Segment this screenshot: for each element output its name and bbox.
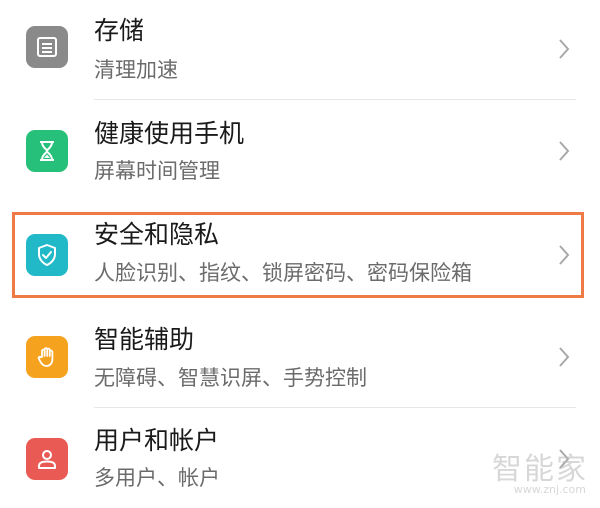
- settings-item-title: 安全和隐私: [94, 220, 220, 249]
- chevron-right-icon: [559, 39, 570, 59]
- chevron-right-icon: [559, 141, 570, 161]
- chevron-right-icon: [559, 347, 570, 367]
- settings-item-title: 存储: [94, 16, 145, 45]
- settings-item-title: 智能辅助: [94, 325, 195, 354]
- settings-item-smart-assistance[interactable]: 智能辅助 无障碍、智慧识屏、手势控制: [0, 310, 600, 410]
- settings-item-storage[interactable]: 存储 清理加速: [0, 0, 600, 100]
- settings-item-subtitle: 无障碍、智慧识屏、手势控制: [94, 366, 367, 390]
- settings-item-subtitle: 屏幕时间管理: [94, 159, 220, 183]
- settings-item-subtitle: 人脸识别、指纹、锁屏密码、密码保险箱: [94, 261, 472, 285]
- watermark: 智能家 www.znj.com: [478, 444, 588, 496]
- storage-icon: [26, 26, 68, 68]
- settings-item-security-privacy[interactable]: 安全和隐私 人脸识别、指纹、锁屏密码、密码保险箱: [0, 212, 600, 312]
- settings-item-digital-balance[interactable]: 健康使用手机 屏幕时间管理: [0, 100, 600, 200]
- watermark-logo: 智能家: [492, 452, 588, 487]
- watermark-url: www.znj.com: [513, 483, 586, 496]
- chevron-right-icon: [559, 245, 570, 265]
- settings-item-subtitle: 多用户、帐户: [94, 466, 220, 490]
- hourglass-icon: [26, 130, 68, 172]
- settings-item-title: 用户和帐户: [94, 426, 220, 455]
- settings-item-title: 健康使用手机: [94, 119, 245, 148]
- hand-icon: [26, 336, 68, 378]
- settings-item-subtitle: 清理加速: [94, 58, 178, 82]
- user-icon: [26, 438, 68, 480]
- shield-check-icon: [26, 234, 68, 276]
- settings-list: 存储 清理加速 健康使用手机 屏幕时间管理 安全和隐私 人脸识别、指纹、锁屏密码…: [0, 0, 600, 508]
